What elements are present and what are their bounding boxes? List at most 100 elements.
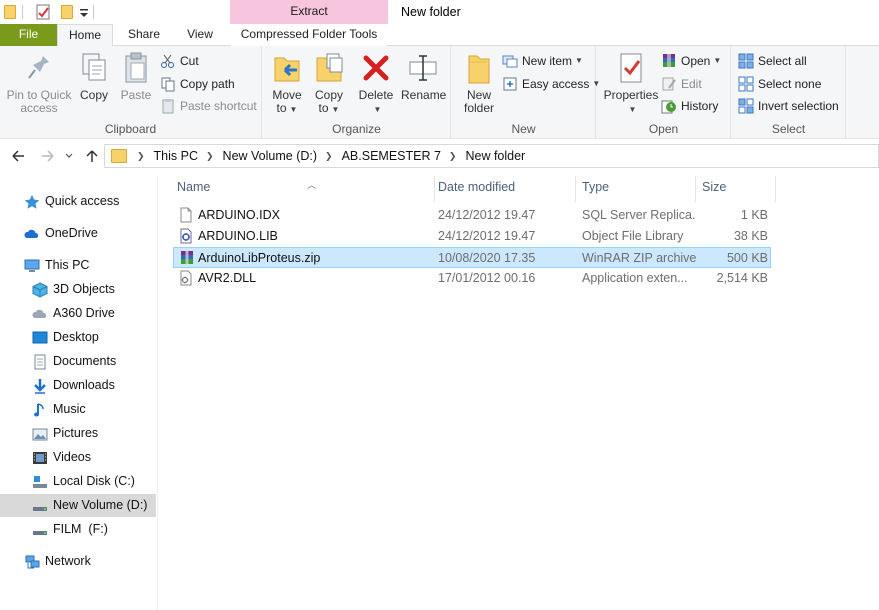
new-folder-icon[interactable] xyxy=(61,5,73,19)
file-size: 1 KB xyxy=(740,208,768,222)
file-row[interactable]: ArduinoLibProteus.zip 10/08/2020 17.35 W… xyxy=(173,247,771,268)
select-group-label: Select xyxy=(771,122,806,136)
copy-button[interactable]: Copy xyxy=(76,50,112,102)
rename-button[interactable]: Rename xyxy=(401,50,447,102)
nav-a360-drive[interactable]: A360 Drive xyxy=(0,302,156,325)
file-size: 2,514 KB xyxy=(716,271,768,285)
pin-to-quick-access-button[interactable]: Pin to Quick access xyxy=(6,50,72,115)
recent-locations-chevron-icon[interactable] xyxy=(64,148,74,164)
nav-desktop[interactable]: Desktop xyxy=(0,326,156,349)
address-bar[interactable]: ❯ This PC ❯ New Volume (D:) ❯ AB.SEMESTE… xyxy=(104,144,879,168)
forward-arrow-icon[interactable] xyxy=(40,148,56,164)
chevron-right-icon: ❯ xyxy=(448,150,457,161)
column-header-size[interactable]: Size xyxy=(694,176,776,202)
file-date: 17/01/2012 00.16 xyxy=(438,271,536,285)
nav-pictures[interactable]: Pictures xyxy=(0,422,156,445)
nav-documents[interactable]: Documents xyxy=(0,350,156,373)
file-name: ARDUINO.LIB xyxy=(198,229,278,243)
file-size: 38 KB xyxy=(733,229,768,243)
nav-label: Local Disk (C:) xyxy=(53,474,135,488)
copy-path-button[interactable]: Copy path xyxy=(160,74,235,94)
invert-selection-button[interactable]: Invert selection xyxy=(738,96,839,116)
chevron-down-icon: ▼ xyxy=(713,56,722,65)
select-all-button[interactable]: Select all xyxy=(738,51,807,71)
select-none-button[interactable]: Select none xyxy=(738,74,821,94)
file-row[interactable]: AVR2.DLL 17/01/2012 00.16 Application ex… xyxy=(173,268,771,289)
select-group: Select all Select none Invert selection … xyxy=(732,46,846,139)
file-row[interactable]: ARDUINO.LIB 24/12/2012 19.47 Object File… xyxy=(173,226,771,247)
nav-local-disk-c[interactable]: Local Disk (C:) xyxy=(0,470,156,493)
rename-label: Rename xyxy=(401,88,447,102)
tab-compressed-folder-tools[interactable]: Compressed Folder Tools xyxy=(231,24,387,46)
nav-label: FILM (F:) xyxy=(53,522,108,536)
nav-label: This PC xyxy=(45,258,90,272)
delete-button[interactable]: Delete ▼ xyxy=(357,50,395,116)
edit-button[interactable]: Edit xyxy=(661,74,702,94)
breadcrumb-ab-semester[interactable]: AB.SEMESTER 7 xyxy=(342,149,441,163)
easy-access-label: Easy access xyxy=(522,77,590,91)
up-arrow-icon[interactable] xyxy=(84,148,100,164)
nav-videos[interactable]: Videos xyxy=(0,446,156,469)
back-arrow-icon[interactable] xyxy=(10,148,26,164)
paste-shortcut-button[interactable]: Paste shortcut xyxy=(160,96,257,116)
new-item-button[interactable]: New item ▼ xyxy=(502,51,583,71)
nav-quick-access[interactable]: Quick access xyxy=(0,190,156,213)
nav-onedrive[interactable]: OneDrive xyxy=(0,222,156,245)
file-name: AVR2.DLL xyxy=(198,271,257,285)
paste-button[interactable]: Paste xyxy=(118,50,154,102)
copy-to-label-line2: to ▼ xyxy=(318,101,340,115)
easy-access-button[interactable]: Easy access ▼ xyxy=(502,74,600,94)
properties-button[interactable]: Properties ▼ xyxy=(603,50,659,116)
properties-icon[interactable] xyxy=(35,4,51,20)
copy-to-button[interactable]: Copy to ▼ xyxy=(311,50,347,116)
select-none-label: Select none xyxy=(758,77,822,91)
tab-file[interactable]: File xyxy=(0,24,57,46)
customize-toolbar-icon[interactable] xyxy=(79,4,89,20)
delete-dropdown-arrow[interactable]: ▼ xyxy=(357,102,395,116)
column-header-type[interactable]: Type xyxy=(574,176,696,202)
file-name: ARDUINO.IDX xyxy=(198,208,280,222)
drive-icon xyxy=(32,498,48,514)
breadcrumb-new-volume[interactable]: New Volume (D:) xyxy=(223,149,317,163)
nav-3d-objects[interactable]: 3D Objects xyxy=(0,278,156,301)
new-group: New folder New item ▼ Easy access ▼ New xyxy=(452,46,600,139)
file-row[interactable]: ARDUINO.IDX 24/12/2012 19.47 SQL Server … xyxy=(173,205,771,226)
properties-check-icon xyxy=(615,50,647,86)
new-folder-label-line2: folder xyxy=(463,101,495,115)
column-header-date-modified[interactable]: Date modified xyxy=(430,176,576,202)
column-header-label: Type xyxy=(582,180,610,194)
nav-new-volume-d[interactable]: New Volume (D:) xyxy=(0,494,156,517)
tab-share[interactable]: Share xyxy=(118,24,170,46)
film-strip-icon xyxy=(32,450,48,466)
delete-x-icon xyxy=(360,50,392,86)
clipboard-group: Pin to Quick access Copy Paste Cut Copy … xyxy=(0,46,262,139)
breadcrumb-new-folder[interactable]: New folder xyxy=(465,149,525,163)
delete-label: Delete xyxy=(358,88,394,102)
nav-downloads[interactable]: Downloads xyxy=(0,374,156,397)
cut-button[interactable]: Cut xyxy=(160,51,199,71)
dll-file-icon xyxy=(178,270,194,286)
move-to-icon xyxy=(271,50,303,86)
open-button[interactable]: Open ▼ xyxy=(661,51,721,71)
new-item-icon xyxy=(502,53,518,69)
file-date: 24/12/2012 19.47 xyxy=(438,208,536,222)
nav-music[interactable]: Music xyxy=(0,398,156,421)
nav-network[interactable]: Network xyxy=(0,550,156,573)
organize-group-label: Organize xyxy=(332,122,381,136)
new-folder-button[interactable]: New folder xyxy=(460,50,498,115)
nav-this-pc[interactable]: This PC xyxy=(0,254,156,277)
column-header-name[interactable]: Name ︿ xyxy=(169,176,435,202)
tab-home[interactable]: Home xyxy=(57,24,113,47)
nav-film-f[interactable]: FILM (F:) xyxy=(0,518,156,541)
history-button[interactable]: History xyxy=(661,96,718,116)
move-to-label-line2: to ▼ xyxy=(276,101,298,115)
properties-dropdown-arrow[interactable]: ▼ xyxy=(603,102,659,116)
copy-to-label-line1: Copy xyxy=(314,88,343,102)
paste-shortcut-label: Paste shortcut xyxy=(180,99,257,113)
tab-view[interactable]: View xyxy=(176,24,224,46)
breadcrumb-this-pc[interactable]: This PC xyxy=(154,149,198,163)
invert-selection-label: Invert selection xyxy=(758,99,839,113)
move-to-button[interactable]: Move to ▼ xyxy=(269,50,305,116)
nav-label: Videos xyxy=(53,450,91,464)
paste-shortcut-icon xyxy=(160,98,176,114)
